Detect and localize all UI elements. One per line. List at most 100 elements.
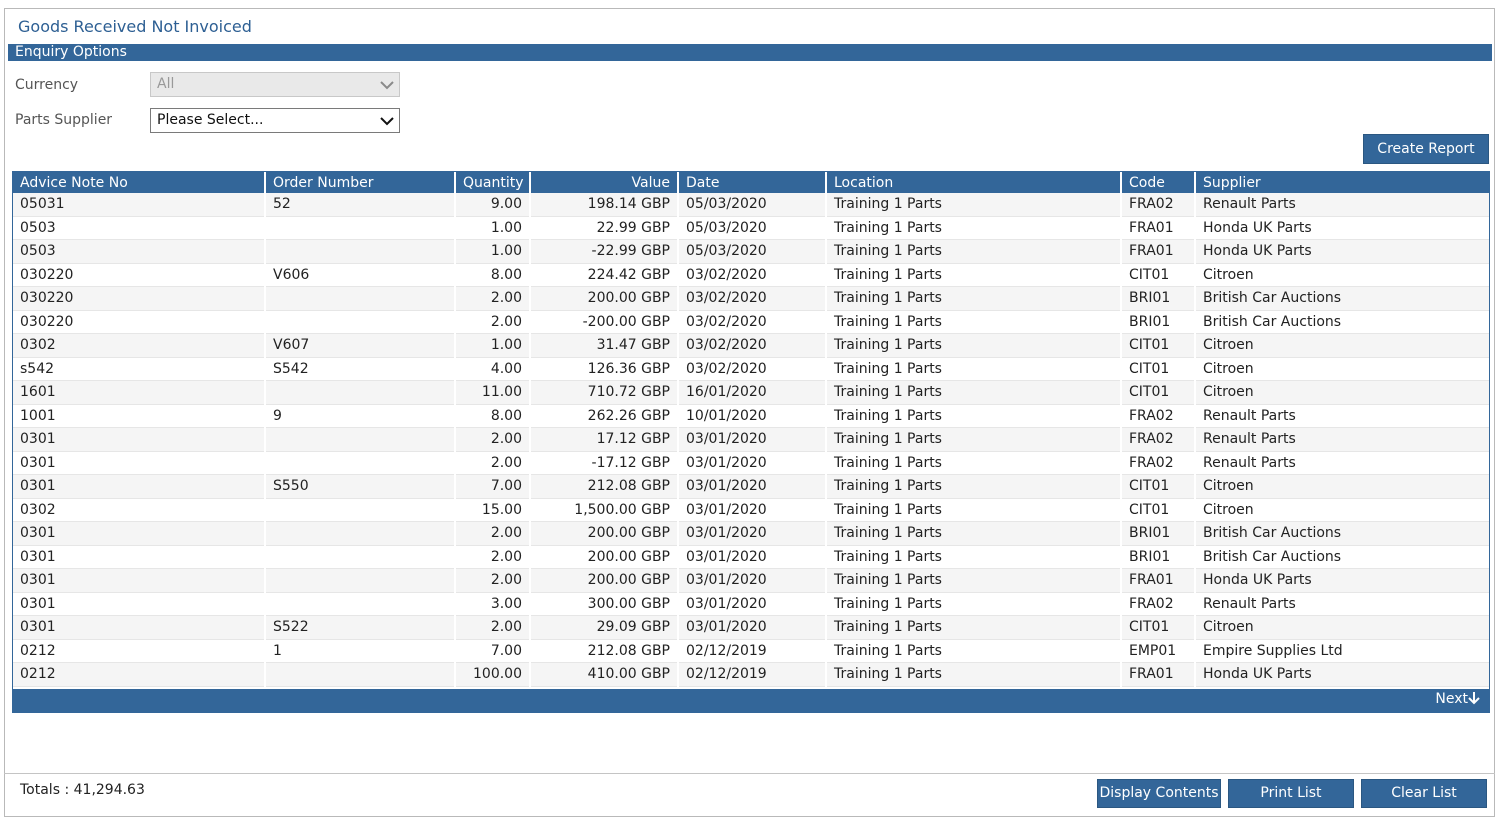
cell-value: 198.14 GBP (530, 193, 679, 217)
cell-date: 05/03/2020 (678, 239, 827, 264)
cell-order-number: V606 (265, 263, 456, 287)
table-row[interactable]: 0301 2.00 200.00 GBP 03/01/2020 Training 1 P… (13, 521, 1489, 546)
display-contents-button[interactable]: Display Contents (1097, 779, 1221, 808)
column-header-supplier[interactable]: Supplier (1195, 172, 1489, 193)
cell-value: 300.00 GBP (530, 592, 679, 616)
cell-advice-note-no: 0212 (13, 662, 266, 687)
table-row[interactable]: s542 S542 4.00 126.36 GBP 03/02/2020 Training… (13, 357, 1489, 381)
cell-location: Training 1 Parts (826, 427, 1122, 452)
cell-date: 03/02/2020 (678, 357, 827, 381)
cell-advice-note-no: 030220 (13, 286, 266, 311)
cell-value: 410.00 GBP (530, 662, 679, 687)
cell-supplier: Citroen (1195, 615, 1489, 640)
column-header-value[interactable]: Value (530, 172, 679, 193)
column-header-date[interactable]: Date (678, 172, 827, 193)
cell-location: Training 1 Parts (826, 592, 1122, 616)
currency-select[interactable]: All (150, 72, 400, 97)
cell-supplier: Citroen (1195, 498, 1489, 522)
table-row[interactable]: 0212 100.00 410.00 GBP 02/12/2019 Training 1… (13, 662, 1489, 687)
table-row[interactable]: 0503 1.00 22.99 GBP 05/03/2020 Training 1 Pa… (13, 216, 1489, 240)
cell-code: EMP01 (1121, 639, 1196, 663)
table-row[interactable]: 0302 15.00 1,500.00 GBP 03/01/2020 Training … (13, 498, 1489, 522)
cell-advice-note-no: 0301 (13, 568, 266, 593)
table-row[interactable]: 0301 S550 7.00 212.08 GBP 03/01/2020 Training… (13, 474, 1489, 499)
table-row[interactable]: 030220 V606 8.00 224.42 GBP 03/02/2020 Traini… (13, 263, 1489, 287)
cell-quantity: 1.00 (455, 239, 531, 264)
cell-quantity: 1.00 (455, 216, 531, 240)
cell-quantity: 2.00 (455, 615, 531, 640)
column-header-location[interactable]: Location (826, 172, 1122, 193)
cell-advice-note-no: 0212 (13, 639, 266, 663)
parts-supplier-select-value: Please Select... (157, 112, 264, 128)
next-label: Next (1435, 691, 1468, 707)
cell-supplier: British Car Auctions (1195, 545, 1489, 569)
results-table: Advice Note No Order Number Quantity Val… (13, 172, 1489, 710)
cell-quantity: 1.00 (455, 333, 531, 358)
currency-label: Currency (15, 77, 79, 93)
results-grid: Advice Note No Order Number Quantity Val… (12, 171, 1490, 713)
table-row[interactable]: 0301 2.00 17.12 GBP 03/01/2020 Training 1 Pa… (13, 427, 1489, 452)
cell-location: Training 1 Parts (826, 263, 1122, 287)
cell-date: 02/12/2019 (678, 639, 827, 663)
enquiry-options-header: Enquiry Options (8, 44, 1492, 61)
clear-list-button[interactable]: Clear List (1361, 779, 1487, 808)
cell-advice-note-no: 05031 (13, 193, 266, 217)
cell-supplier: Renault Parts (1195, 193, 1489, 217)
cell-location: Training 1 Parts (826, 310, 1122, 334)
table-row[interactable]: 1001 9 8.00 262.26 GBP 10/01/2020 Training 1 … (13, 404, 1489, 428)
cell-value: 22.99 GBP (530, 216, 679, 240)
cell-order-number: S522 (265, 615, 456, 640)
table-row[interactable]: 0301 3.00 300.00 GBP 03/01/2020 Training 1 P… (13, 592, 1489, 616)
column-header-code[interactable]: Code (1121, 172, 1196, 193)
cell-advice-note-no: 1601 (13, 380, 266, 405)
cell-date: 02/12/2019 (678, 662, 827, 687)
column-header-advice-note-no[interactable]: Advice Note No (13, 172, 266, 193)
create-report-button[interactable]: Create Report (1363, 134, 1489, 164)
cell-value: 17.12 GBP (530, 427, 679, 452)
cell-code: CIT01 (1121, 380, 1196, 405)
table-row[interactable]: 0301 S522 2.00 29.09 GBP 03/01/2020 Training … (13, 615, 1489, 640)
cell-supplier: British Car Auctions (1195, 310, 1489, 334)
cell-date: 03/01/2020 (678, 568, 827, 593)
cell-supplier: Citroen (1195, 357, 1489, 381)
cell-order-number (265, 592, 456, 616)
cell-date: 03/01/2020 (678, 521, 827, 546)
cell-supplier: Citroen (1195, 263, 1489, 287)
cell-location: Training 1 Parts (826, 521, 1122, 546)
cell-supplier: Honda UK Parts (1195, 216, 1489, 240)
page-title: Goods Received Not Invoiced (18, 17, 252, 36)
cell-order-number (265, 498, 456, 522)
table-row[interactable]: 0301 2.00 200.00 GBP 03/01/2020 Training 1 P… (13, 568, 1489, 593)
table-row[interactable]: 0212 1 7.00 212.08 GBP 02/12/2019 Training 1 … (13, 639, 1489, 663)
table-row[interactable]: 1601 11.00 710.72 GBP 16/01/2020 Training 1 … (13, 380, 1489, 405)
cell-advice-note-no: 0301 (13, 474, 266, 499)
cell-quantity: 2.00 (455, 521, 531, 546)
cell-quantity: 8.00 (455, 404, 531, 428)
table-row[interactable]: 0301 2.00 -17.12 GBP 03/01/2020 Training 1 P… (13, 451, 1489, 475)
table-row[interactable]: 030220 2.00 -200.00 GBP 03/02/2020 Training … (13, 310, 1489, 334)
cell-code: CIT01 (1121, 615, 1196, 640)
cell-supplier: Empire Supplies Ltd (1195, 639, 1489, 663)
cell-value: 200.00 GBP (530, 286, 679, 311)
print-list-button[interactable]: Print List (1228, 779, 1354, 808)
parts-supplier-select[interactable]: Please Select... (150, 108, 400, 133)
cell-location: Training 1 Parts (826, 498, 1122, 522)
table-row[interactable]: 05031 52 9.00 198.14 GBP 05/03/2020 Training … (13, 193, 1489, 217)
table-row[interactable]: 0503 1.00 -22.99 GBP 05/03/2020 Training 1 P… (13, 239, 1489, 264)
totals-value: 41,294.63 (73, 782, 145, 798)
cell-location: Training 1 Parts (826, 662, 1122, 687)
column-header-quantity[interactable]: Quantity (455, 172, 531, 193)
cell-code: BRI01 (1121, 521, 1196, 546)
display-contents-label: Display Contents (1099, 785, 1219, 801)
table-row[interactable]: 030220 2.00 200.00 GBP 03/02/2020 Training 1… (13, 286, 1489, 311)
cell-location: Training 1 Parts (826, 545, 1122, 569)
column-header-order-number[interactable]: Order Number (265, 172, 456, 193)
next-page-link[interactable]: Next (1435, 691, 1480, 707)
cell-quantity: 9.00 (455, 193, 531, 217)
table-header-row: Advice Note No Order Number Quantity Val… (13, 172, 1489, 193)
cell-value: 200.00 GBP (530, 568, 679, 593)
cell-quantity: 8.00 (455, 263, 531, 287)
table-row[interactable]: 0302 V607 1.00 31.47 GBP 03/02/2020 Training … (13, 333, 1489, 358)
cell-date: 10/01/2020 (678, 404, 827, 428)
table-row[interactable]: 0301 2.00 200.00 GBP 03/01/2020 Training 1 P… (13, 545, 1489, 569)
